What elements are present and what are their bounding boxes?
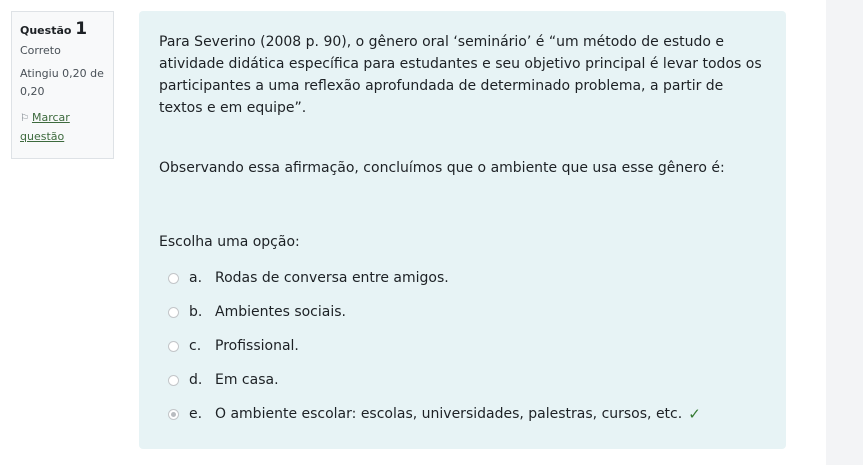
answer-option-c[interactable]: c. Profissional.: [159, 329, 766, 363]
question-number: Questão 1: [20, 20, 105, 40]
radio-button-c[interactable]: [168, 340, 179, 352]
question-paragraph-1: Para Severino (2008 p. 90), o gênero ora…: [159, 34, 762, 116]
question-state: Correto: [20, 44, 61, 57]
option-letter: e.: [189, 406, 203, 422]
radio-button-e-selected[interactable]: [168, 408, 179, 420]
option-text: O ambiente escolar: escolas, universidad…: [215, 406, 683, 422]
correct-check-icon: ✓: [688, 405, 701, 423]
question-info-panel: Questão 1 Correto Atingiu 0,20 de 0,20 ⚐…: [11, 11, 114, 159]
answer-option-d[interactable]: d. Em casa.: [159, 363, 766, 397]
option-text: Rodas de conversa entre amigos.: [215, 270, 449, 286]
option-text: Profissional.: [215, 338, 299, 354]
option-letter: d.: [189, 372, 203, 388]
question-grade: Atingiu 0,20 de 0,20: [20, 67, 104, 98]
option-text: Ambientes sociais.: [215, 304, 346, 320]
answer-options: a. Rodas de conversa entre amigos. b. Am…: [159, 261, 766, 431]
answer-prompt: Escolha uma opção:: [159, 234, 300, 250]
option-letter: c.: [189, 338, 202, 354]
answer-option-a[interactable]: a. Rodas de conversa entre amigos.: [159, 261, 766, 295]
question-paragraph-2: Observando essa afirmação, concluímos qu…: [159, 160, 725, 176]
flag-icon: ⚐: [20, 113, 29, 124]
radio-button-a[interactable]: [168, 272, 179, 284]
answer-option-e[interactable]: e. O ambiente escolar: escolas, universi…: [159, 397, 766, 431]
flag-question-link[interactable]: ⚐ Marcar questão: [20, 109, 105, 146]
question-number-value: 1: [75, 19, 88, 39]
question-label: Questão: [20, 24, 72, 37]
right-drawer: [826, 0, 863, 465]
option-letter: b.: [189, 304, 203, 320]
radio-button-d[interactable]: [168, 374, 179, 386]
answer-option-b[interactable]: b. Ambientes sociais.: [159, 295, 766, 329]
option-text: Em casa.: [215, 372, 279, 388]
question-formulation: Para Severino (2008 p. 90), o gênero ora…: [139, 11, 786, 449]
question-text: Para Severino (2008 p. 90), o gênero ora…: [159, 31, 766, 179]
option-letter: a.: [189, 270, 203, 286]
radio-button-b[interactable]: [168, 306, 179, 318]
